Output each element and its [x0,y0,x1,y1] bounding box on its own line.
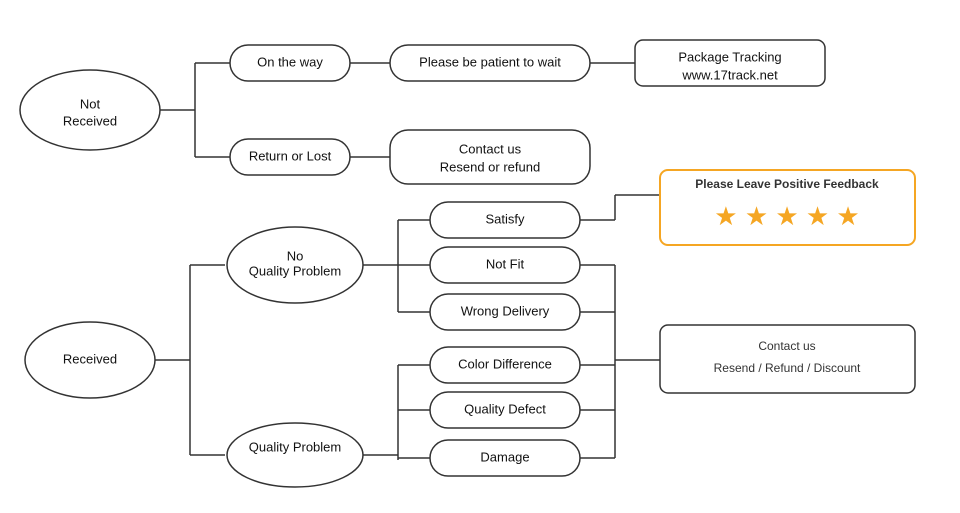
package-tracking-line2: www.17track.net [681,67,778,82]
package-tracking-line1: Package Tracking [678,49,781,64]
received-label: Received [63,351,117,366]
color-difference-label: Color Difference [458,356,552,371]
svg-text:Not: Not [80,96,101,111]
contact-refund-line1: Contact us [758,339,815,353]
flowchart-diagram: Not Received On the way Please be patien… [0,0,960,513]
return-or-lost-label: Return or Lost [249,148,332,163]
positive-feedback-title: Please Leave Positive Feedback [695,177,879,191]
no-quality-label2: Quality Problem [249,263,341,278]
quality-defect-label: Quality Defect [464,401,546,416]
not-fit-label: Not Fit [486,256,525,271]
patient-label: Please be patient to wait [419,54,561,69]
contact-refund-line2: Resend / Refund / Discount [714,361,861,375]
damage-label: Damage [480,449,529,464]
on-the-way-label: On the way [257,54,323,69]
satisfy-label: Satisfy [485,211,525,226]
wrong-delivery-label: Wrong Delivery [461,303,550,318]
quality-problem-label1: Quality Problem [249,439,341,454]
svg-text:Received: Received [63,113,117,128]
contact-resend-line2: Resend or refund [440,159,540,174]
contact-resend-line1: Contact us [459,141,522,156]
stars: ★ ★ ★ ★ ★ [714,201,859,231]
no-quality-label1: No [287,248,304,263]
